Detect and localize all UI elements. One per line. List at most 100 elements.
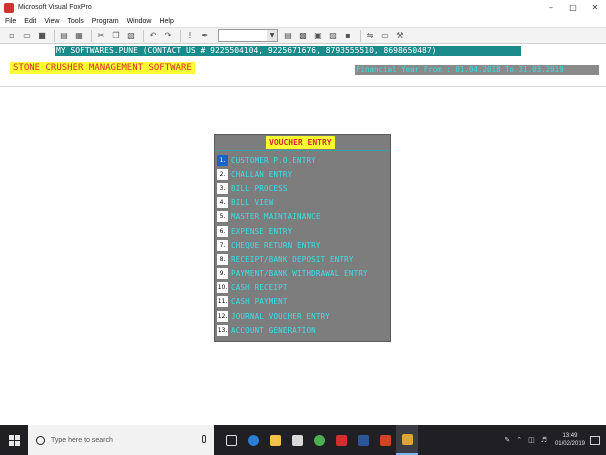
menu-item-label: MASTER MAINTAINANCE (231, 212, 321, 222)
foxpro-taskbar-icon[interactable] (396, 425, 418, 455)
window-controls: – □ ✕ (540, 0, 606, 15)
menu-file[interactable]: File (0, 18, 20, 25)
menu-view[interactable]: View (40, 18, 63, 25)
voucher-title-divider (215, 150, 390, 151)
voucher-menu-item[interactable]: 5. MASTER MAINTAINANCE (217, 210, 389, 224)
voucher-menu-item[interactable]: 11. CASH PAYMENT (217, 295, 389, 309)
voucher-menu-item[interactable]: 4. BILL VIEW (217, 196, 389, 210)
windows-taskbar: Type here to search ✎ ⌃ ◫ ♬ 13:49 01/02/… (0, 425, 606, 455)
chevron-down-icon[interactable]: ▼ (267, 30, 277, 41)
menu-item-label: ACCOUNT GENERATION (231, 325, 316, 335)
undo-icon[interactable]: ↶ (147, 30, 159, 42)
voucher-menu-title: VOUCHER ENTRY (266, 136, 335, 149)
menu-item-number: 3. (217, 182, 228, 194)
file-explorer-icon[interactable] (264, 425, 286, 455)
class-browser-icon[interactable]: ⇋ (364, 30, 376, 42)
search-placeholder: Type here to search (51, 436, 113, 444)
maximize-icon[interactable]: □ (562, 0, 584, 15)
menu-item-number: 1. (217, 154, 228, 166)
title-bar: Microsoft Visual FoxPro – □ ✕ (0, 0, 606, 15)
form-designer-icon[interactable]: ▨ (327, 30, 339, 42)
menu-item-number: 8. (217, 253, 228, 265)
cut-icon[interactable]: ✂ (95, 30, 107, 42)
toolbar-separator (143, 29, 144, 42)
main-workspace: MY SOFTWARES.PUNE (CONTACT US # 92255041… (0, 44, 606, 425)
voucher-menu-item[interactable]: 6. EXPENSE ENTRY (217, 224, 389, 238)
toolbar-separator (54, 29, 55, 42)
financial-year-label: Financial Year From : 01.04.2018 To 31.0… (355, 65, 599, 75)
menu-window[interactable]: Window (123, 18, 156, 25)
open-folder-icon[interactable]: ▭ (21, 30, 33, 42)
print-preview-icon[interactable]: ▦ (73, 30, 85, 42)
menu-help[interactable]: Help (155, 18, 177, 25)
new-file-icon[interactable]: ▫ (6, 30, 18, 42)
menu-item-number: 9. (217, 268, 228, 280)
menu-item-number: 10. (217, 282, 228, 294)
toolbar-separator (91, 29, 92, 42)
menu-edit[interactable]: Edit (20, 18, 40, 25)
run-icon[interactable]: ! (184, 30, 196, 42)
minimize-icon[interactable]: – (540, 0, 562, 15)
menu-item-label: CHALLAN ENTRY (231, 169, 293, 179)
task-view-icon[interactable] (220, 425, 242, 455)
task-pane-icon[interactable]: ▭ (379, 30, 391, 42)
modify-form-icon[interactable]: ✒ (199, 30, 211, 42)
menu-program[interactable]: Program (88, 18, 123, 25)
properties-icon[interactable]: ▣ (312, 30, 324, 42)
menu-item-label: EXPENSE ENTRY (231, 226, 293, 236)
toolbox-icon[interactable]: ⚒ (394, 30, 406, 42)
data-session-icon[interactable]: ▩ (297, 30, 309, 42)
redo-icon[interactable]: ↷ (162, 30, 174, 42)
toolbar-separator (360, 29, 361, 42)
save-icon[interactable]: ■ (36, 30, 48, 42)
action-center-icon[interactable] (590, 435, 600, 445)
network-icon[interactable]: ◫ (528, 436, 535, 444)
menu-item-label: BILL VIEW (231, 198, 274, 208)
voucher-menu-item[interactable]: 10. CASH RECEIPT (217, 281, 389, 295)
menu-item-label: PAYMENT/BANK WITHDRAWAL ENTRY (231, 269, 368, 279)
voucher-menu-item[interactable]: 2. CHALLAN ENTRY (217, 167, 389, 181)
taskbar-search[interactable]: Type here to search (28, 425, 214, 455)
foxpro-app-icon (4, 2, 14, 13)
word-icon[interactable] (352, 425, 374, 455)
windows-logo-icon (8, 434, 20, 446)
menu-item-label: RECEIPT/BANK DEPOSIT ENTRY (231, 254, 354, 264)
clock[interactable]: 13:49 01/02/2019 (555, 432, 585, 448)
start-button[interactable] (0, 425, 28, 455)
voucher-menu-item[interactable]: 13. ACCOUNT GENERATION (217, 323, 389, 337)
chrome-icon[interactable] (308, 425, 330, 455)
edge-browser-icon[interactable] (242, 425, 264, 455)
store-icon[interactable] (286, 425, 308, 455)
command-window-icon[interactable]: ▤ (282, 30, 294, 42)
close-icon[interactable]: ✕ (584, 0, 606, 15)
menu-bar: File Edit View Tools Program Window Help (0, 15, 606, 27)
voucher-entry-menu: VOUCHER ENTRY 1. CUSTOMER P.O.ENTRY 2. CHAL… (214, 134, 391, 342)
volume-icon[interactable]: ♬ (541, 436, 547, 444)
paste-icon[interactable]: ▧ (125, 30, 137, 42)
header-divider (0, 86, 606, 87)
menu-item-number: 4. (217, 197, 228, 209)
show-hidden-icons-icon[interactable]: ⌃ (516, 436, 522, 444)
microphone-icon[interactable] (202, 435, 206, 443)
print-icon[interactable]: ▤ (58, 30, 70, 42)
voucher-menu-item[interactable]: 7. CHEQUE RETURN ENTRY (217, 238, 389, 252)
voucher-menu-item[interactable]: 9. PAYMENT/BANK WITHDRAWAL ENTRY (217, 267, 389, 281)
powerpoint-icon[interactable] (374, 425, 396, 455)
menu-item-label: CASH PAYMENT (231, 297, 288, 307)
people-icon[interactable]: ✎ (504, 436, 510, 444)
menu-item-label: JOURNAL VOUCHER ENTRY (231, 311, 331, 321)
menu-item-label: CHEQUE RETURN ENTRY (231, 240, 321, 250)
voucher-menu-item[interactable]: 12. JOURNAL VOUCHER ENTRY (217, 309, 389, 323)
report-designer-icon[interactable]: ▪ (342, 30, 354, 42)
voucher-menu-item[interactable]: 8. RECEIPT/BANK DEPOSIT ENTRY (217, 252, 389, 266)
cortana-icon (36, 435, 45, 445)
menu-tools[interactable]: Tools (63, 18, 87, 25)
database-combo[interactable]: ▼ (218, 29, 278, 42)
voucher-menu-item[interactable]: 3. BILL PROCESS (217, 181, 389, 195)
menu-item-number: 7. (217, 239, 228, 251)
voucher-menu-item[interactable]: 1. CUSTOMER P.O.ENTRY (217, 153, 389, 167)
menu-item-number: 12. (217, 310, 228, 322)
copy-icon[interactable]: ❐ (110, 30, 122, 42)
menu-item-label: CASH RECEIPT (231, 283, 288, 293)
acrobat-icon[interactable] (330, 425, 352, 455)
